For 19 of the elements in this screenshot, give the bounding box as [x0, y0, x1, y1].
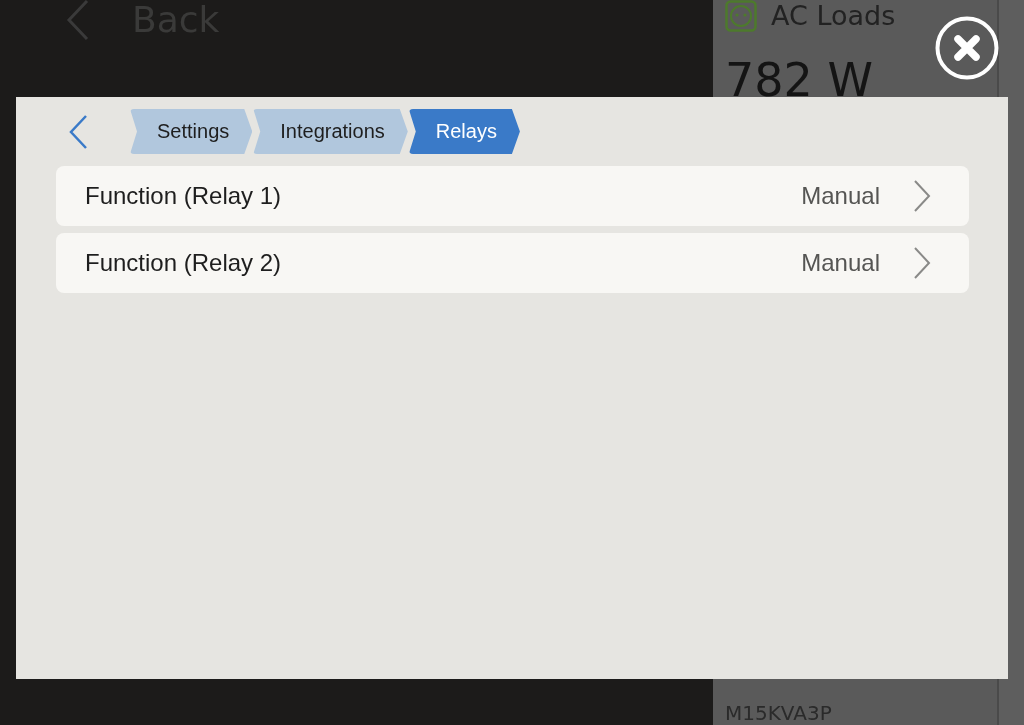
- back-button[interactable]: [68, 113, 88, 150]
- breadcrumb-item[interactable]: Integrations: [253, 109, 408, 154]
- panel-title: AC Loads: [771, 0, 896, 32]
- chevron-left-icon: [66, 0, 90, 41]
- power-reading: 782 W: [725, 54, 873, 106]
- breadcrumb-item[interactable]: Relays: [408, 109, 520, 154]
- settings-row[interactable]: Function (Relay 2) Manual: [56, 233, 969, 293]
- row-label: Function (Relay 1): [85, 182, 283, 210]
- chevron-left-icon: [68, 113, 88, 150]
- power-outlet-icon: [725, 0, 757, 32]
- row-value: Manual: [801, 249, 880, 277]
- close-button[interactable]: [935, 16, 999, 80]
- chevron-right-icon: [913, 247, 931, 279]
- chevron-right-icon: [913, 180, 931, 212]
- row-label: Function (Relay 2): [85, 249, 283, 277]
- settings-row[interactable]: Function (Relay 1) Manual: [56, 166, 969, 226]
- close-icon: [935, 16, 999, 80]
- breadcrumb-item[interactable]: Settings: [130, 109, 253, 154]
- row-value: Manual: [801, 182, 880, 210]
